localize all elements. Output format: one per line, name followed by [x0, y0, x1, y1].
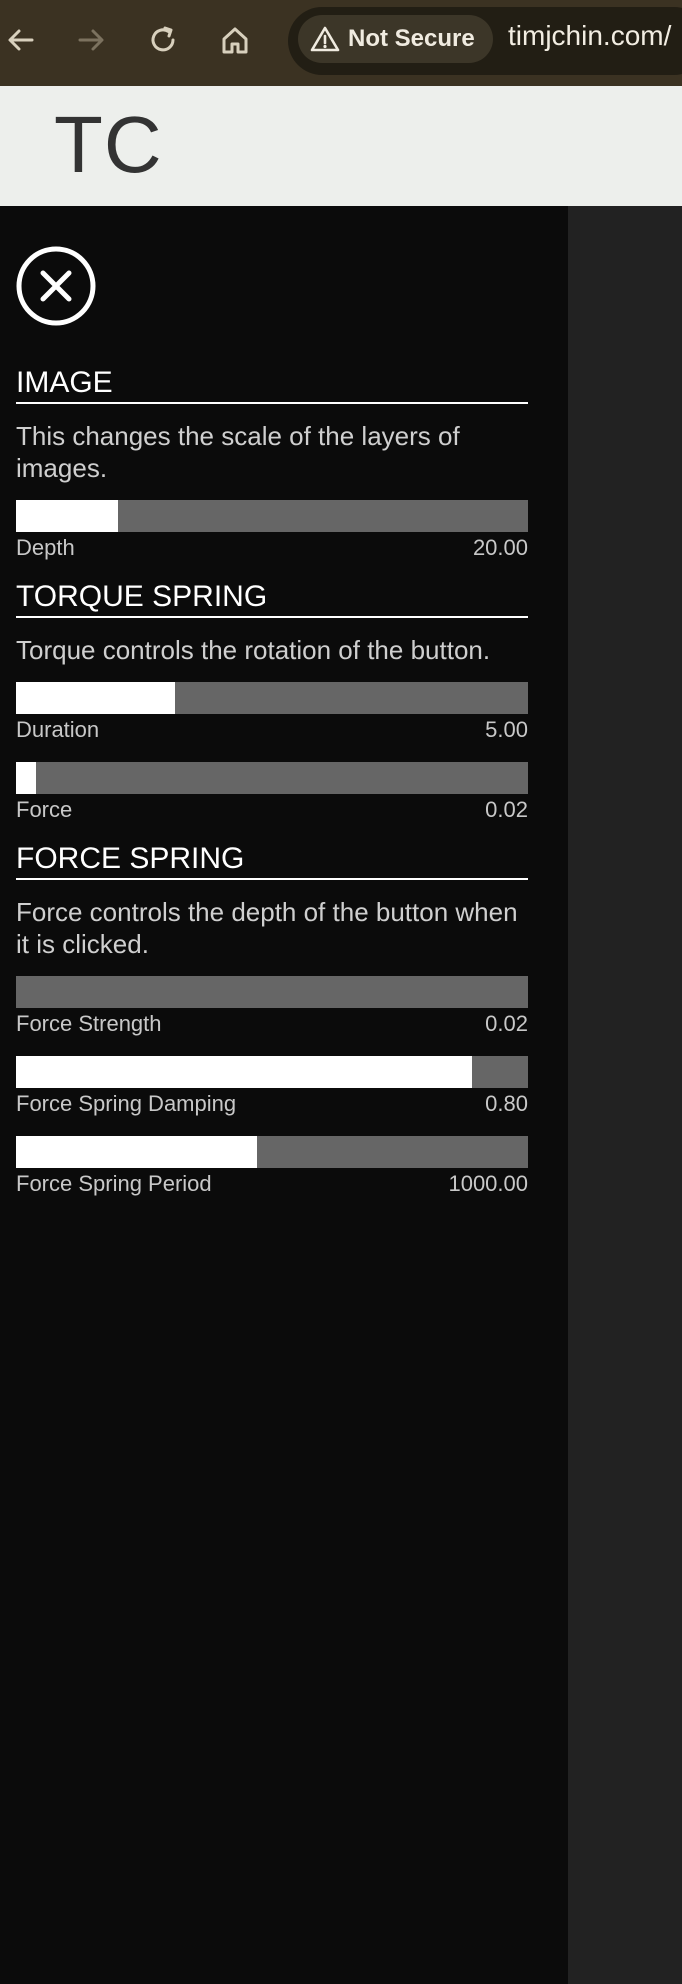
home-icon	[222, 27, 248, 54]
force-spring-period-slider[interactable]	[16, 1136, 528, 1168]
duration-value: 5.00	[485, 717, 528, 742]
close-button[interactable]	[16, 246, 96, 326]
depth-value: 20.00	[472, 535, 528, 560]
force-spring-damping-value: 0.80	[485, 1091, 528, 1116]
force-label: Force	[16, 797, 73, 822]
section-description-image: This changes the scale of the layers of …	[16, 421, 460, 483]
section-title-image: IMAGE	[16, 366, 528, 404]
reload-button[interactable]	[140, 17, 186, 63]
duration-slider-fill	[16, 682, 175, 714]
depth-slider[interactable]	[16, 500, 528, 532]
back-button[interactable]	[0, 17, 44, 63]
force-spring-damping-label: Force Spring Damping	[16, 1091, 237, 1116]
browser-toolbar: Not Secure timjchin.com/	[0, 0, 682, 86]
forward-arrow-icon	[78, 29, 104, 51]
duration-slider[interactable]	[16, 682, 528, 714]
security-indicator[interactable]: Not Secure	[298, 15, 493, 63]
force-strength-slider[interactable]	[16, 976, 528, 1008]
section-description-force-spring: Force controls the depth of the button w…	[16, 897, 518, 959]
forward-button[interactable]	[68, 17, 114, 63]
force-spring-period-value: 1000.00	[448, 1171, 528, 1196]
depth-slider-fill	[16, 500, 119, 532]
section-title-force-spring: FORCE SPRING	[16, 842, 528, 880]
back-arrow-icon	[8, 29, 34, 51]
site-logo[interactable]: TC	[54, 100, 163, 190]
home-button[interactable]	[212, 17, 258, 63]
force-value: 0.02	[485, 797, 528, 822]
duration-label: Duration	[16, 717, 100, 742]
force-slider[interactable]	[16, 762, 528, 794]
force-spring-damping-slider-fill	[16, 1056, 472, 1088]
url-text[interactable]: timjchin.com/	[508, 20, 671, 52]
reload-icon	[151, 26, 175, 52]
force-spring-period-label: Force Spring Period	[16, 1171, 212, 1196]
force-strength-label: Force Strength	[16, 1011, 162, 1036]
force-spring-damping-slider[interactable]	[16, 1056, 528, 1088]
close-circle-icon	[16, 246, 96, 326]
force-strength-value: 0.02	[485, 1011, 528, 1036]
depth-label: Depth	[16, 535, 75, 560]
warning-icon	[310, 25, 340, 53]
security-label: Not Secure	[348, 25, 475, 52]
section-title-torque-spring: TORQUE SPRING	[16, 580, 528, 618]
force-spring-period-slider-fill	[16, 1136, 257, 1168]
force-slider-fill	[16, 762, 37, 794]
section-description-torque-spring: Torque controls the rotation of the butt…	[16, 635, 491, 665]
